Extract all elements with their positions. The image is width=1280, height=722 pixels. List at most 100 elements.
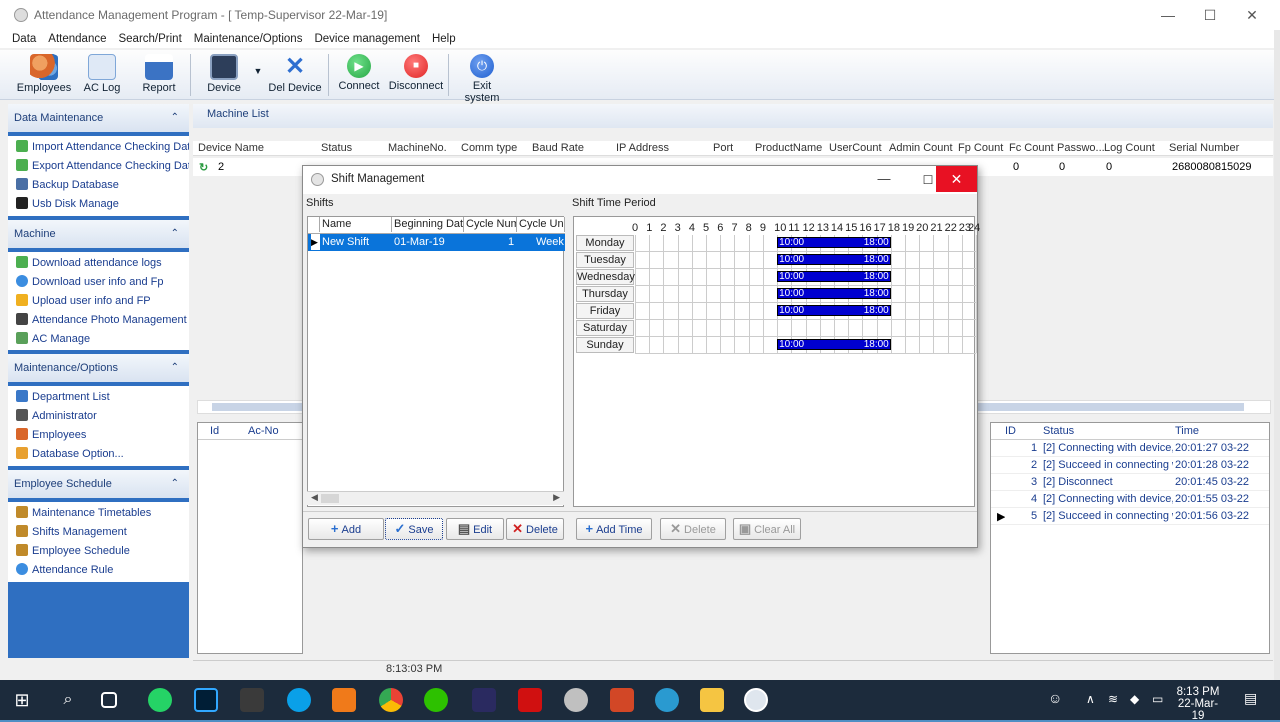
shift-time-bar[interactable]: 10:00 18:00 — [777, 254, 891, 265]
maximize-button[interactable]: ☐ — [1188, 0, 1232, 30]
sidebar-item-database-option[interactable]: Database Option... — [8, 445, 189, 464]
col-log-count[interactable]: Log Count — [1104, 142, 1155, 154]
connect-button[interactable]: ▶ Connect — [336, 54, 382, 92]
camera-icon[interactable] — [240, 688, 264, 712]
chevron-up-icon[interactable]: ∧ — [1086, 692, 1095, 706]
sidebar-item-employee-schedule[interactable]: Employee Schedule — [8, 542, 189, 561]
photoshop-icon[interactable] — [194, 688, 218, 712]
dialog-close-button[interactable]: ✕ — [936, 166, 977, 192]
col-port[interactable]: Port — [713, 142, 733, 154]
col-ip-address[interactable]: IP Address — [616, 142, 669, 154]
people-icon[interactable]: ☺ — [1048, 690, 1062, 706]
group-machine[interactable]: Machine ⌃ — [8, 220, 189, 248]
col-fp-count[interactable]: Fp Count — [958, 142, 1003, 154]
device-button[interactable]: Device — [198, 54, 250, 94]
col-log-time[interactable]: Time — [1175, 425, 1199, 437]
group-maintenance-options[interactable]: Maintenance/Options ⌃ — [8, 354, 189, 382]
menu-help[interactable]: Help — [426, 30, 462, 48]
sidebar-item-import[interactable]: Import Attendance Checking Data — [8, 138, 189, 157]
col-comm-type[interactable]: Comm type — [461, 142, 517, 154]
group-data-maintenance[interactable]: Data Maintenance ⌃ — [8, 104, 189, 132]
sidebar-item-download-logs[interactable]: Download attendance logs — [8, 254, 189, 273]
delete-time-button[interactable]: ✕ Delete — [660, 518, 726, 540]
app-icon[interactable] — [564, 688, 588, 712]
col-admin-count[interactable]: Admin Count — [889, 142, 953, 154]
collapse-icon[interactable]: ⌃ — [171, 220, 179, 248]
file-explorer-icon[interactable] — [700, 688, 724, 712]
app-icon[interactable] — [655, 688, 679, 712]
clock[interactable]: 8:13 PM 22-Mar-19 — [1176, 686, 1220, 722]
windows-start-icon[interactable]: ⊞ — [10, 688, 34, 712]
col-beginning-date[interactable]: Beginning Date — [392, 217, 464, 232]
report-button[interactable]: Report — [136, 54, 182, 94]
time-grid[interactable]: 10:00 18:00 10:00 18:00 10:00 18:00 10:00 18:00… — [635, 235, 977, 354]
col-fc-count[interactable]: Fc Count — [1009, 142, 1054, 154]
sidebar-item-maintenance-timetables[interactable]: Maintenance Timetables — [8, 504, 189, 523]
add-shift-button[interactable]: + Add — [308, 518, 384, 540]
sidebar-item-backup[interactable]: Backup Database — [8, 176, 189, 195]
log-row[interactable]: 1 [2] Connecting with device,pl 20:01:27 0… — [991, 440, 1269, 457]
sidebar-item-upload-user[interactable]: Upload user info and FP — [8, 292, 189, 311]
battery-icon[interactable]: ▭ — [1152, 692, 1163, 706]
sidebar-item-export[interactable]: Export Attendance Checking Data — [8, 157, 189, 176]
col-password[interactable]: Passwo... — [1057, 142, 1105, 154]
col-cycle-num[interactable]: Cycle Num — [464, 217, 517, 232]
sidebar-item-download-user[interactable]: Download user info and Fp — [8, 273, 189, 292]
minimize-button[interactable]: — — [1146, 0, 1190, 30]
col-name[interactable]: Name — [320, 217, 392, 232]
col-product-name[interactable]: ProductName — [755, 142, 822, 154]
sidebar-item-usb[interactable]: Usb Disk Manage — [8, 195, 189, 214]
scroll-thumb[interactable] — [321, 494, 339, 503]
col-ac-no[interactable]: Ac-No — [248, 425, 279, 437]
col-serial-number[interactable]: Serial Number — [1169, 142, 1239, 154]
log-row[interactable]: ▶ 5 [2] Succeed in connecting wi 20:01:56 0… — [991, 508, 1269, 525]
scroll-right-icon[interactable]: ▶ — [553, 492, 560, 503]
sidebar-item-employees[interactable]: Employees — [8, 426, 189, 445]
exit-system-button[interactable]: ⏻ Exit system — [454, 54, 510, 104]
disconnect-button[interactable]: ■ Disconnect — [388, 54, 444, 92]
collapse-icon[interactable]: ⌃ — [171, 354, 179, 382]
col-machine-no[interactable]: MachineNo. — [388, 142, 447, 154]
shift-row-selected[interactable]: ▶ New Shift 01-Mar-19 1 Week — [308, 234, 565, 251]
col-user-count[interactable]: UserCount — [829, 142, 882, 154]
network-icon[interactable]: ≋ — [1108, 692, 1118, 706]
col-log-status[interactable]: Status — [1043, 425, 1074, 437]
menu-maintenance[interactable]: Maintenance/Options — [188, 30, 309, 48]
wechat-icon[interactable] — [424, 688, 448, 712]
col-id[interactable]: Id — [210, 425, 219, 437]
del-device-button[interactable]: ✕ Del Device — [268, 54, 322, 95]
close-button[interactable]: ✕ — [1230, 0, 1274, 30]
task-view-icon[interactable] — [101, 692, 117, 708]
employees-button[interactable]: Employees — [16, 54, 72, 94]
search-icon[interactable]: ⌕ — [56, 688, 80, 712]
edit-shift-button[interactable]: ▤ Edit — [446, 518, 504, 540]
notification-icon[interactable]: ▤ — [1244, 690, 1257, 707]
collapse-icon[interactable]: ⌃ — [171, 104, 179, 132]
media-player-icon[interactable] — [332, 688, 356, 712]
shift-time-bar[interactable]: 10:00 18:00 — [777, 237, 891, 248]
menu-data[interactable]: Data — [6, 30, 42, 48]
ac-log-button[interactable]: AC Log — [78, 54, 126, 94]
shifts-scrollbar[interactable]: ◀ ▶ — [307, 491, 564, 505]
whatsapp-icon[interactable] — [148, 688, 172, 712]
sidebar-item-photo-management[interactable]: Attendance Photo Management — [8, 311, 189, 330]
col-device-name[interactable]: Device Name — [198, 142, 264, 154]
menu-device-management[interactable]: Device management — [308, 30, 425, 48]
log-row[interactable]: 2 [2] Succeed in connecting wi 20:01:28 03… — [991, 457, 1269, 474]
log-row[interactable]: 4 [2] Connecting with device,pl 20:01:55 0… — [991, 491, 1269, 508]
skype-icon[interactable] — [287, 688, 311, 712]
main-scrollbar[interactable] — [1274, 30, 1280, 680]
log-row[interactable]: 3 [2] Disconnect 20:01:45 03-22 — [991, 474, 1269, 491]
dropbox-icon[interactable]: ◆ — [1130, 692, 1139, 706]
shift-time-bar[interactable]: 10:00 18:00 — [777, 305, 891, 316]
dialog-minimize-button[interactable]: — — [863, 166, 905, 194]
chrome-icon[interactable] — [379, 688, 403, 712]
app-icon[interactable] — [472, 688, 496, 712]
sidebar-item-ac-manage[interactable]: AC Manage — [8, 330, 189, 349]
group-employee-schedule[interactable]: Employee Schedule ⌃ — [8, 470, 189, 498]
col-status[interactable]: Status — [321, 142, 352, 154]
save-shift-button[interactable]: ✓ Save — [385, 518, 443, 540]
collapse-icon[interactable]: ⌃ — [171, 470, 179, 498]
app-icon[interactable] — [518, 688, 542, 712]
scroll-left-icon[interactable]: ◀ — [311, 492, 318, 503]
